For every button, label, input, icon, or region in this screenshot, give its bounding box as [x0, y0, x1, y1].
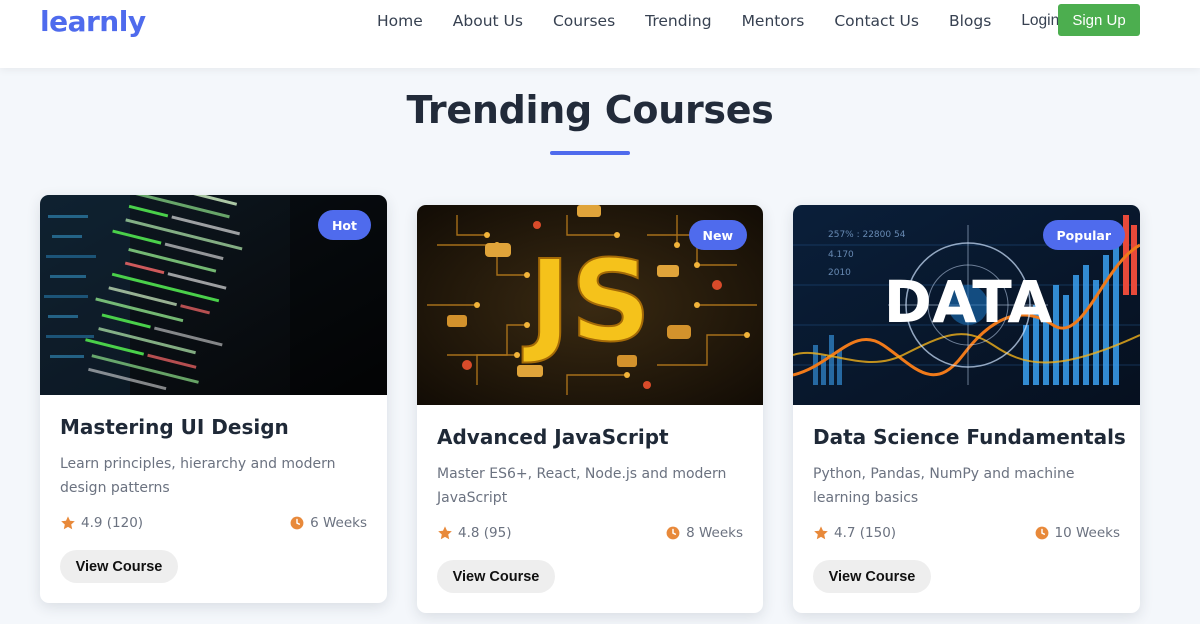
- course-card-ui-design[interactable]: Hot Mastering UI Design Learn principles…: [40, 195, 387, 603]
- nav-link-about-us[interactable]: About Us: [453, 12, 523, 30]
- duration-text: 8 Weeks: [686, 525, 743, 541]
- course-card-data-science[interactable]: 257% : 22800 54 4.170 2010 DATA Popular …: [793, 205, 1140, 613]
- badge-popular: Popular: [1042, 220, 1125, 250]
- clock-icon: [666, 526, 680, 540]
- course-description: Master ES6+, React, Node.js and modern J…: [437, 466, 727, 506]
- title-underline: [550, 151, 630, 155]
- rating-text: 4.8 (95): [458, 525, 512, 541]
- star-icon: [814, 526, 828, 540]
- nav-link-mentors[interactable]: Mentors: [742, 12, 805, 30]
- view-course-button[interactable]: View Course: [60, 550, 178, 583]
- course-title[interactable]: Advanced JavaScript: [437, 425, 669, 449]
- course-title[interactable]: Mastering UI Design: [60, 415, 289, 439]
- star-icon: [438, 526, 452, 540]
- course-rating: 4.9 (120): [60, 515, 143, 531]
- course-rating: 4.7 (150): [813, 525, 896, 541]
- clock-icon: [1035, 526, 1048, 540]
- badge-hot: Hot: [317, 210, 371, 240]
- view-course-button[interactable]: View Course: [813, 560, 931, 593]
- nav-link-blogs[interactable]: Blogs: [949, 12, 991, 30]
- course-card-javascript[interactable]: JS New Advanced JavaScript Master ES6+, …: [417, 205, 763, 613]
- nav-link-contact-us[interactable]: Contact Us: [834, 12, 919, 30]
- course-rating: 4.8 (95): [437, 525, 511, 541]
- course-duration: 10 Weeks: [1035, 525, 1121, 541]
- star-icon: [61, 516, 75, 530]
- rating-text: 4.7 (150): [834, 525, 897, 541]
- svg-text:2010: 2010: [828, 268, 851, 278]
- course-image-code: Hot: [40, 195, 387, 395]
- svg-text:4.170: 4.170: [828, 250, 854, 260]
- data-image-label: DATA: [884, 268, 1053, 336]
- clock-icon: [290, 516, 304, 530]
- badge-new: New: [688, 220, 747, 250]
- duration-text: 6 Weeks: [310, 515, 367, 531]
- course-description: Python, Pandas, NumPy and machine learni…: [813, 466, 1075, 506]
- login-link[interactable]: Login: [1021, 12, 1059, 30]
- view-course-button[interactable]: View Course: [437, 560, 555, 593]
- svg-text:257% : 22800 54: 257% : 22800 54: [828, 230, 906, 240]
- nav-links: Home About Us Courses Trending Mentors C…: [377, 12, 1089, 30]
- duration-text: 10 Weeks: [1054, 525, 1121, 541]
- nav-link-trending[interactable]: Trending: [645, 12, 711, 30]
- course-title[interactable]: Data Science Fundamentals: [813, 425, 1126, 449]
- course-image-data: 257% : 22800 54 4.170 2010 DATA Popular: [793, 205, 1140, 405]
- nav-link-courses[interactable]: Courses: [553, 12, 615, 30]
- rating-text: 4.9 (120): [81, 515, 144, 531]
- course-duration: 8 Weeks: [666, 525, 743, 541]
- course-duration: 6 Weeks: [290, 515, 367, 531]
- section-title: Trending Courses: [406, 88, 774, 132]
- signup-button[interactable]: Sign Up: [1058, 4, 1140, 36]
- course-description: Learn principles, hierarchy and modern d…: [60, 456, 336, 496]
- course-image-js: JS New: [417, 205, 763, 405]
- brand-logo[interactable]: learnly: [40, 5, 146, 38]
- nav-link-home[interactable]: Home: [377, 12, 423, 30]
- js-image-label: JS: [522, 237, 651, 367]
- navbar: learnly Home About Us Courses Trending M…: [0, 0, 1200, 68]
